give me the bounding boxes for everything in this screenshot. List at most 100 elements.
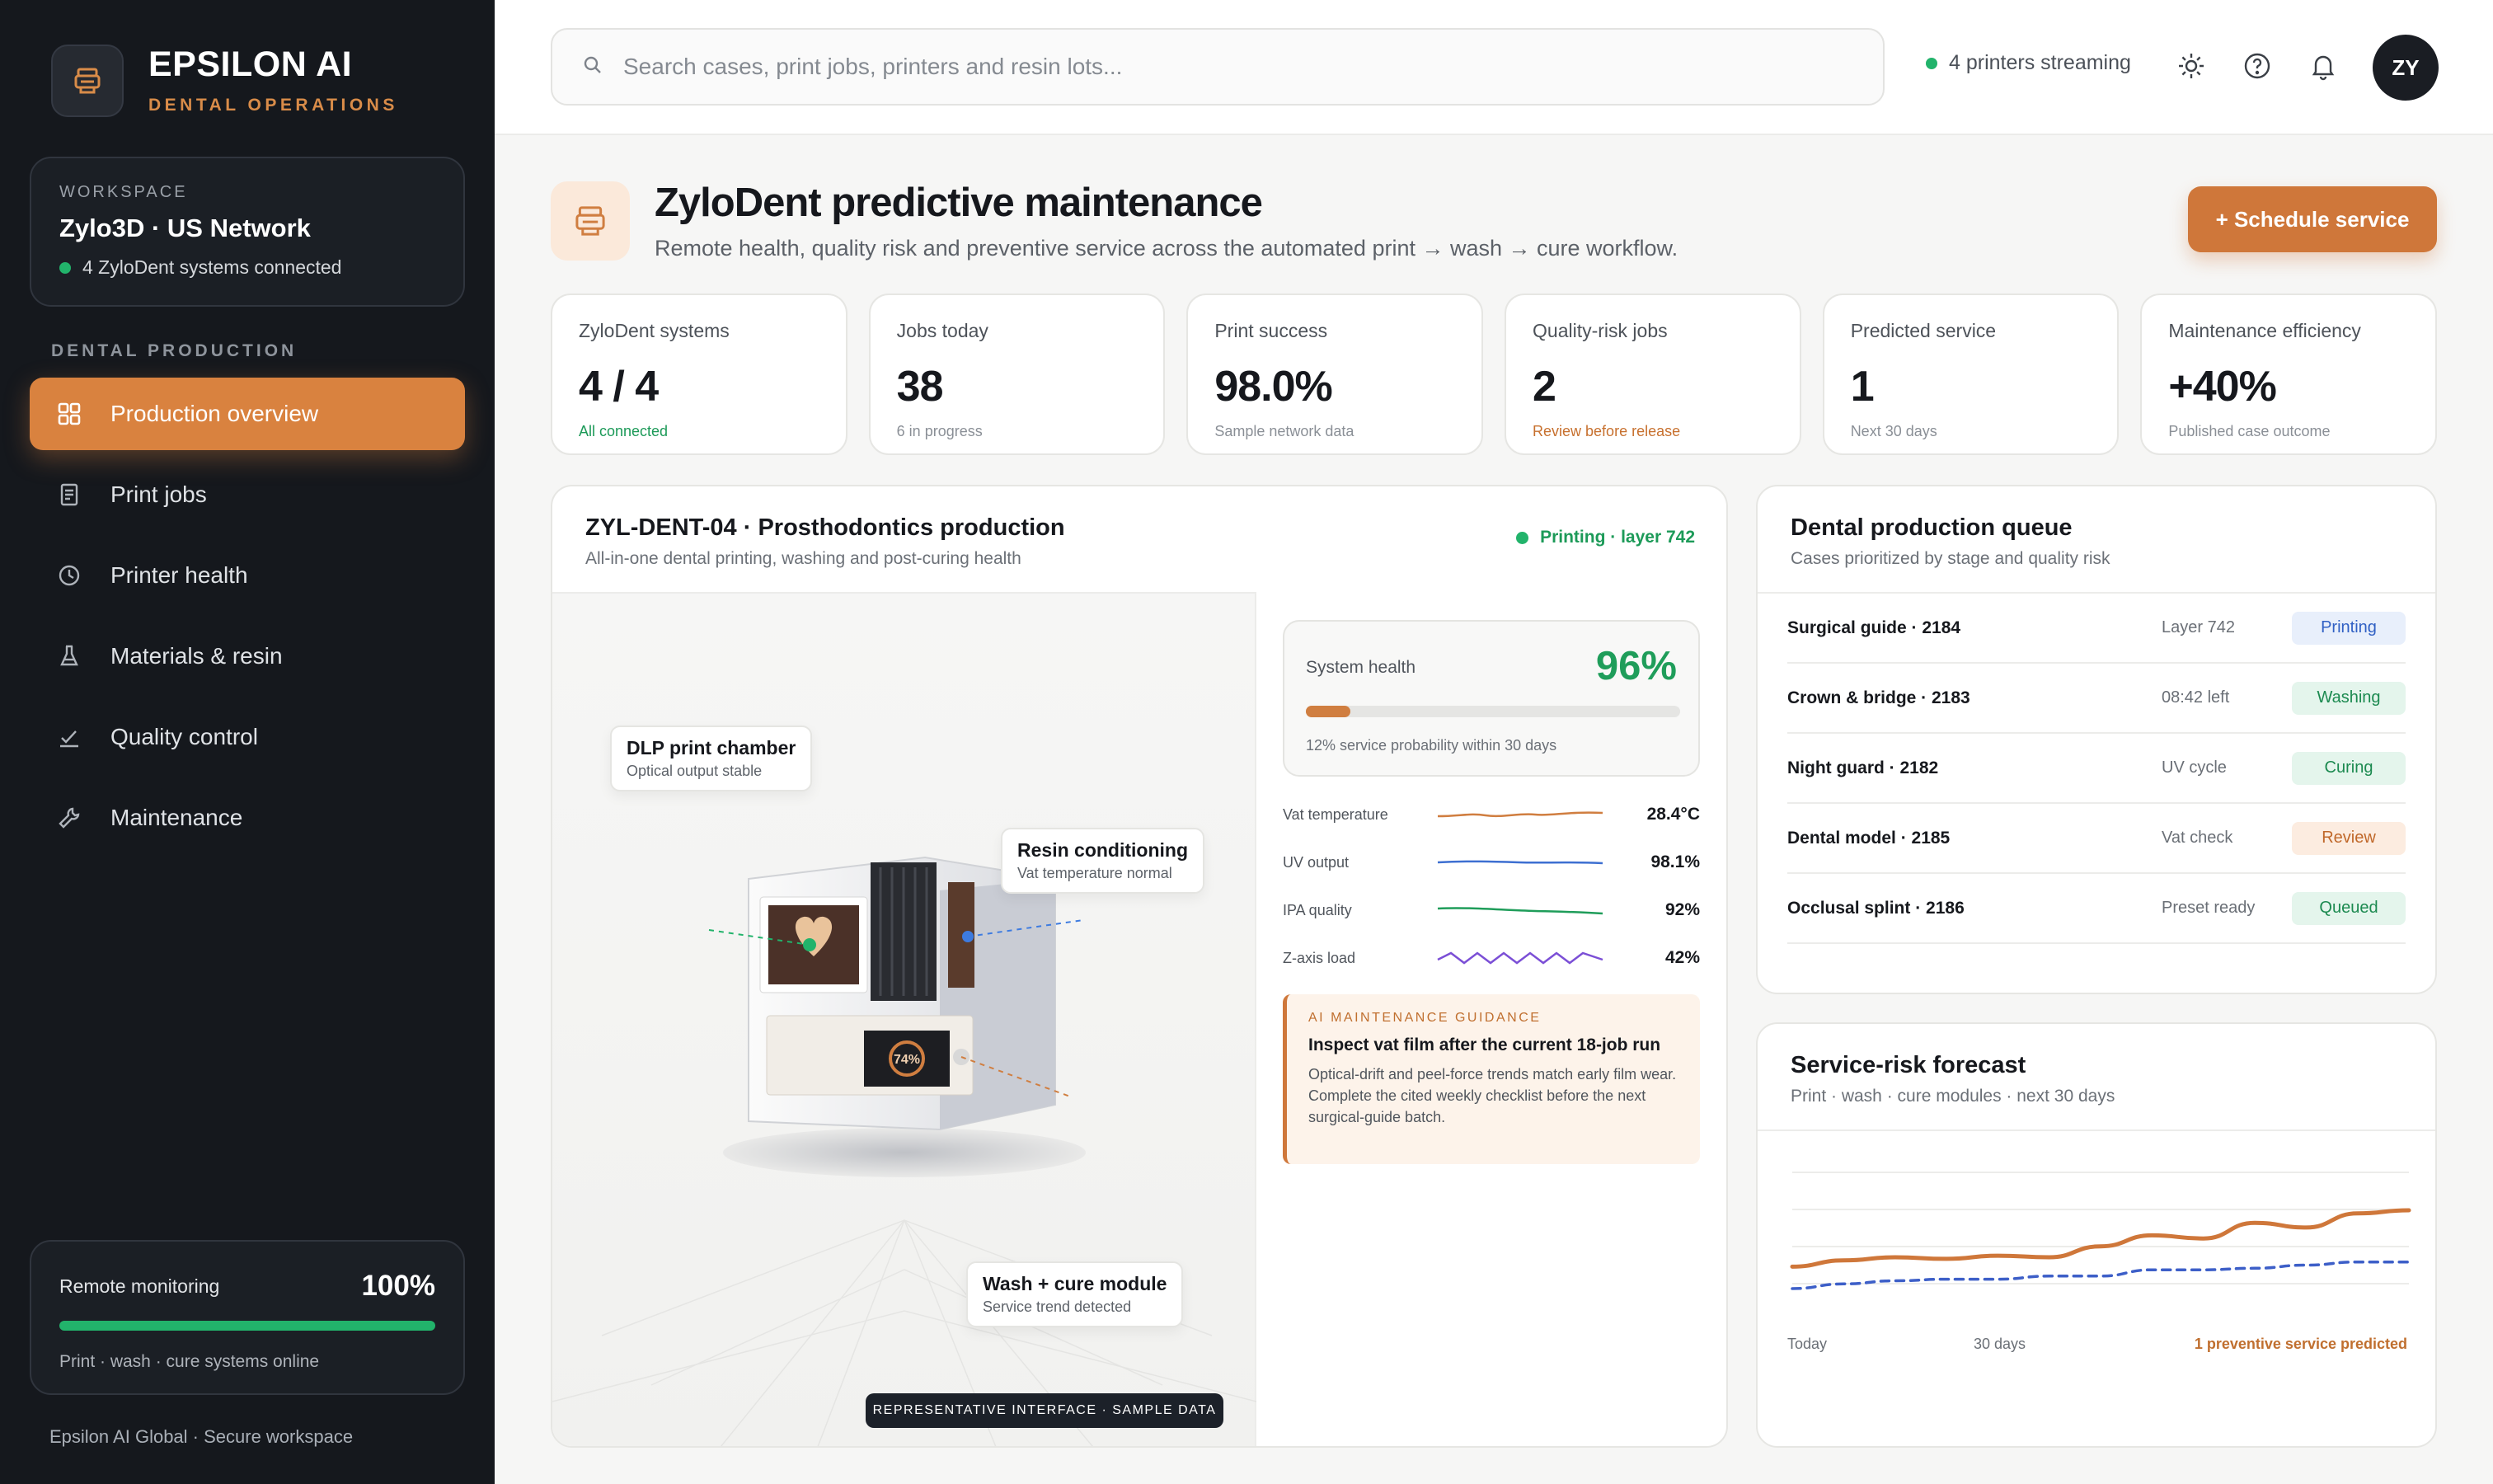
workspace-status-text: 4 ZyloDent systems connected	[82, 256, 342, 278]
nav-section-label: DENTAL PRODUCTION	[51, 341, 298, 360]
queue-list: Surgical guide · 2184 Layer 742 Printing…	[1758, 592, 2435, 944]
printer-logo-icon	[51, 45, 124, 117]
metric-uv-output: UV output 98.1%	[1283, 846, 1700, 879]
status-badge: Review	[2292, 821, 2406, 855]
callout-resin-conditioning[interactable]: Resin conditioning Vat temperature norma…	[1001, 828, 1204, 894]
workspace-name: Zylo3D · US Network	[59, 214, 311, 242]
kpi-card-jobs-today[interactable]: Jobs today 38 6 in progress	[868, 294, 1166, 455]
brand-name: EPSILON AI	[148, 44, 353, 84]
kpi-label: Print success	[1214, 320, 1328, 341]
kpi-note: Review before release	[1533, 423, 1681, 439]
kpi-value: 2	[1533, 363, 1556, 411]
service-probability-bar	[1306, 706, 1680, 717]
bell-icon[interactable]	[2305, 48, 2341, 84]
kpi-card-maintenance-efficiency[interactable]: Maintenance efficiency +40% Published ca…	[2140, 294, 2438, 455]
callout-title: DLP print chamber	[627, 737, 796, 758]
sidebar-item-printer-health[interactable]: Printer health	[30, 539, 465, 612]
case-meta: Preset ready	[2162, 899, 2256, 917]
production-queue-card: Dental production queue Cases prioritize…	[1756, 485, 2437, 994]
sidebar-item-production-overview[interactable]: Production overview	[30, 378, 465, 450]
case-meta: UV cycle	[2162, 758, 2227, 777]
guidance-title: Inspect vat film after the current 18-jo…	[1308, 1036, 1661, 1054]
grid-icon	[53, 397, 86, 430]
kpi-label: Maintenance efficiency	[2168, 320, 2361, 341]
queue-row[interactable]: Night guard · 2182 UV cycle Curing	[1787, 734, 2406, 804]
sidebar-item-label: Materials & resin	[110, 643, 283, 669]
callout-sub: Vat temperature normal	[1017, 865, 1172, 881]
queue-row[interactable]: Surgical guide · 2184 Layer 742 Printing	[1787, 594, 2406, 664]
online-dot	[1516, 531, 1529, 544]
kpi-label: Jobs today	[896, 320, 988, 341]
workspace-status: 4 ZyloDent systems connected	[59, 256, 435, 279]
metric-value: 92%	[1664, 900, 1700, 919]
metric-ipa-quality: IPA quality 92%	[1283, 894, 1700, 927]
queue-row[interactable]: Occlusal splint · 2186 Preset ready Queu…	[1787, 874, 2406, 944]
status-badge: Curing	[2292, 751, 2406, 785]
metric-label: Z-axis load	[1283, 949, 1356, 966]
brand[interactable]: EPSILON AI DENTAL OPERATIONS	[51, 45, 398, 117]
sidebar-item-materials-resin[interactable]: Materials & resin	[30, 620, 465, 693]
metric-value: 98.1%	[1650, 852, 1700, 871]
kpi-card-systems[interactable]: ZyloDent systems 4 / 4 All connected	[551, 294, 847, 455]
service-probability-fill	[1306, 706, 1351, 717]
printer-status: Printing · layer 742	[1516, 528, 1695, 547]
document-icon	[53, 478, 86, 511]
status-badge: Queued	[2292, 891, 2406, 925]
case-name: Night guard · 2182	[1787, 758, 1939, 777]
queue-row[interactable]: Dental model · 2185 Vat check Review	[1787, 804, 2406, 874]
case-name: Dental model · 2185	[1787, 828, 1951, 848]
printer-3d-view[interactable]: 74% DLP print chamber Optical output sta…	[552, 592, 1257, 1446]
callout-sub: Service trend detected	[983, 1298, 1132, 1315]
workspace-switcher[interactable]: WORKSPACE Zylo3D · US Network 4 ZyloDent…	[30, 157, 465, 307]
streaming-status-text: 4 printers streaming	[1949, 51, 2131, 74]
sparkline-vat-temperature	[1437, 811, 1603, 818]
search-input[interactable]	[623, 54, 1777, 80]
kpi-value: 38	[896, 363, 944, 411]
callout-wash-cure[interactable]: Wash + cure module Service trend detecte…	[966, 1261, 1184, 1327]
sidebar-nav: Production overview Print jobs Printer h…	[30, 378, 465, 862]
workspace-label: WORKSPACE	[59, 183, 188, 201]
kpi-value: 4 / 4	[579, 363, 659, 411]
schedule-service-button[interactable]: + Schedule service	[2188, 186, 2437, 252]
kpi-row: ZyloDent systems 4 / 4 All connected Job…	[551, 294, 2438, 455]
avatar[interactable]: ZY	[2373, 35, 2439, 101]
metric-value: 42%	[1664, 948, 1700, 967]
metric-label: UV output	[1283, 853, 1350, 871]
callout-title: Wash + cure module	[983, 1273, 1167, 1294]
page-title: ZyloDent predictive maintenance	[655, 181, 1263, 225]
printer-header-icon	[551, 181, 630, 261]
printer-subtitle: All-in-one dental printing, washing and …	[585, 549, 1021, 568]
sidebar-item-label: Printer health	[110, 562, 248, 588]
remote-monitoring-card: Remote monitoring 100% Print · wash · cu…	[30, 1240, 465, 1395]
sidebar: EPSILON AI DENTAL OPERATIONS WORKSPACE Z…	[0, 0, 495, 1484]
status-badge: Washing	[2292, 681, 2406, 715]
kpi-note: Published case outcome	[2168, 423, 2331, 439]
metric-label: IPA quality	[1283, 901, 1352, 918]
case-name: Occlusal splint · 2186	[1787, 898, 1965, 918]
x-axis-start-label: Today	[1787, 1336, 1828, 1352]
kpi-note: All connected	[579, 423, 669, 439]
kpi-card-quality-risk[interactable]: Quality-risk jobs 2 Review before releas…	[1505, 294, 1801, 455]
sidebar-item-label: Print jobs	[110, 481, 207, 507]
callout-print-chamber[interactable]: DLP print chamber Optical output stable	[610, 726, 813, 791]
sun-icon[interactable]	[2173, 48, 2209, 84]
sidebar-item-maintenance[interactable]: Maintenance	[30, 782, 465, 854]
guidance-body: Optical-drift and peel-force trends matc…	[1308, 1066, 1677, 1125]
kpi-card-predicted-service[interactable]: Predicted service 1 Next 30 days	[1822, 294, 2120, 455]
kpi-label: ZyloDent systems	[579, 320, 730, 341]
help-icon[interactable]	[2239, 48, 2275, 84]
kpi-note: Next 30 days	[1850, 423, 1937, 439]
forecast-series-secondary	[1791, 1260, 2411, 1290]
sidebar-item-print-jobs[interactable]: Print jobs	[30, 458, 465, 531]
system-health-label: System health	[1306, 658, 1416, 677]
queue-row[interactable]: Crown & bridge · 2183 08:42 left Washing	[1787, 664, 2406, 734]
case-meta: Layer 742	[2162, 618, 2235, 636]
case-name: Surgical guide · 2184	[1787, 618, 1961, 637]
queue-subtitle: Cases prioritized by stage and quality r…	[1791, 549, 2110, 568]
kpi-card-print-success[interactable]: Print success 98.0% Sample network data	[1186, 294, 1484, 455]
case-meta: 08:42 left	[2162, 688, 2230, 707]
kpi-label: Predicted service	[1850, 320, 1997, 341]
sidebar-item-quality-control[interactable]: Quality control	[30, 701, 465, 773]
callout-sub: Optical output stable	[627, 763, 763, 779]
search-box[interactable]	[551, 28, 1885, 106]
